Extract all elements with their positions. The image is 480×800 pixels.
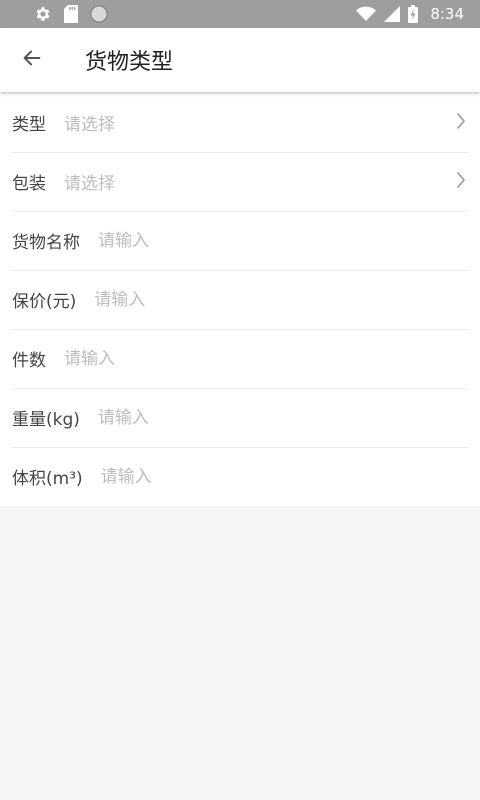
arrow-back-icon (21, 47, 43, 73)
app-bar: 货物类型 (0, 28, 480, 92)
packaging-label: 包装 (12, 174, 46, 194)
status-notifications (34, 5, 108, 23)
packaging-select[interactable]: 请选择 (64, 169, 115, 194)
type-label: 类型 (12, 115, 46, 135)
packaging-row[interactable]: 包装 请选择 (0, 152, 480, 211)
piece-count-input[interactable] (64, 348, 283, 369)
insured-value-label: 保价(元) (12, 292, 77, 312)
back-button[interactable] (0, 28, 64, 92)
chevron-right-icon (456, 112, 466, 134)
piece-count-row: 件数 (0, 329, 480, 388)
chevron-right-icon (456, 171, 466, 193)
cargo-name-row: 货物名称 (0, 211, 480, 270)
weight-label: 重量(kg) (12, 410, 80, 430)
status-system: x 8:34 (356, 5, 464, 23)
cargo-name-input[interactable] (98, 230, 317, 251)
piece-count-label: 件数 (12, 351, 46, 371)
volume-row: 体积(m³) (0, 447, 480, 506)
insured-value-input[interactable] (94, 289, 314, 310)
circle-icon (90, 5, 108, 23)
status-time: 8:34 (430, 5, 464, 23)
type-select[interactable]: 请选择 (64, 110, 115, 135)
svg-text:x: x (370, 15, 374, 22)
insured-value-row: 保价(元) (0, 270, 480, 329)
weight-input[interactable] (97, 407, 317, 428)
weight-row: 重量(kg) (0, 388, 480, 447)
type-row[interactable]: 类型 请选择 (0, 93, 480, 152)
page-title: 货物类型 (85, 50, 174, 75)
cargo-name-label: 货物名称 (12, 233, 80, 253)
status-bar: x 8:34 (0, 0, 480, 28)
cargo-form: 类型 请选择 包装 请选择 货物名称 保价(元) 件数 重量(kg) 体积(m³… (0, 93, 480, 506)
volume-input[interactable] (100, 466, 320, 487)
volume-label: 体积(m³) (12, 469, 83, 489)
settings-icon (34, 5, 52, 23)
battery-charging-icon (408, 5, 419, 23)
wifi-icon: x (356, 6, 377, 22)
sd-card-icon (64, 5, 78, 23)
signal-icon (384, 6, 401, 22)
